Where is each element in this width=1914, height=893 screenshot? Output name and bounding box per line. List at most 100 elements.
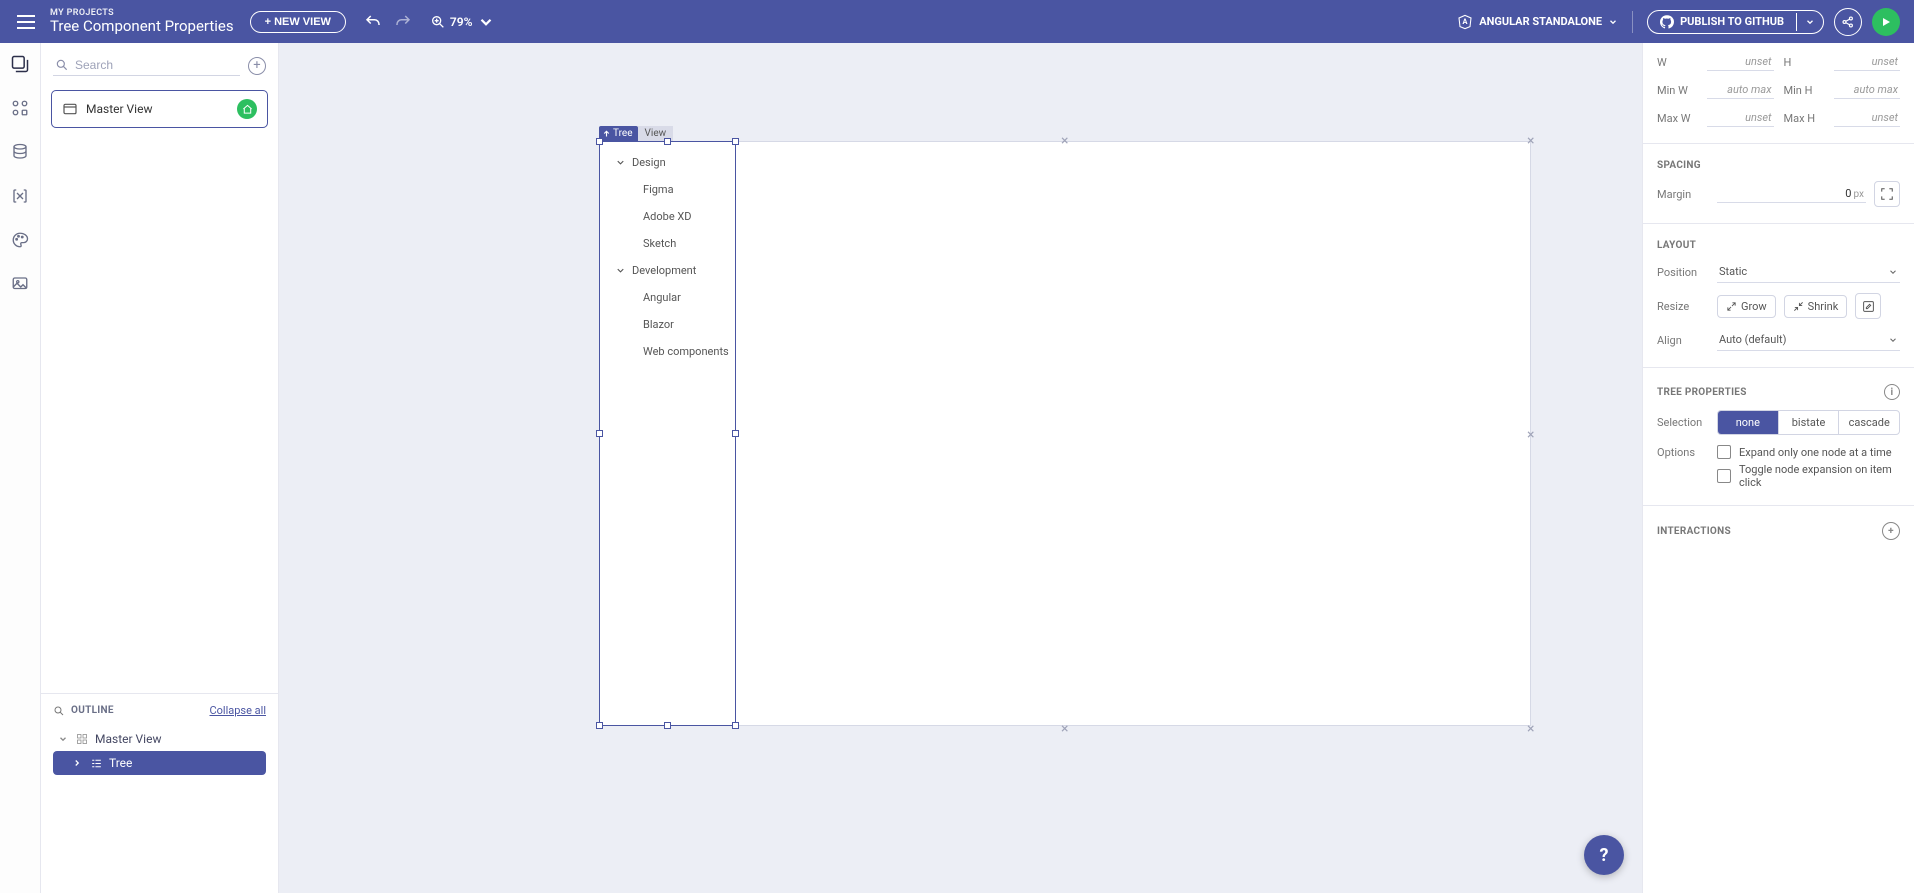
width-input[interactable]: unset (1707, 53, 1774, 71)
minh-input[interactable]: auto max (1834, 81, 1901, 99)
search-input[interactable] (75, 58, 238, 72)
align-select[interactable]: Auto (default) (1717, 329, 1900, 351)
outline-panel: OUTLINE Collapse all Master View Tree (41, 693, 278, 893)
midpoint-marker: × (1527, 133, 1534, 149)
tree-leaf[interactable]: Web components (607, 338, 733, 365)
properties-panel: W unset H unset Min W auto max Min H aut… (1642, 43, 1914, 893)
info-icon[interactable]: i (1884, 384, 1900, 400)
resize-row: Resize Grow Shrink (1657, 293, 1900, 319)
rail-components[interactable] (9, 97, 31, 119)
window-icon (62, 101, 78, 117)
outline-header: OUTLINE Collapse all (53, 704, 266, 717)
chevron-down-icon (1888, 267, 1898, 277)
outline-title: OUTLINE (71, 705, 114, 716)
arrow-up-icon (602, 129, 611, 138)
history-actions: 79% (364, 13, 495, 31)
chevron-down-icon (1608, 17, 1618, 27)
add-view-button[interactable]: + (248, 57, 266, 75)
expand-margin-button[interactable] (1874, 181, 1900, 207)
view-item[interactable]: Master View (51, 90, 268, 128)
position-select[interactable]: Static (1717, 261, 1900, 283)
shrink-button[interactable]: Shrink (1784, 295, 1848, 318)
add-interaction-button[interactable]: + (1882, 522, 1900, 540)
tree-leaf[interactable]: Blazor (607, 311, 733, 338)
tree-leaf[interactable]: Figma (607, 176, 733, 203)
search-box (53, 55, 240, 76)
outline-selected[interactable]: Tree (53, 751, 266, 775)
checkbox[interactable] (1717, 445, 1731, 459)
variable-icon (11, 187, 29, 205)
grow-button[interactable]: Grow (1717, 295, 1776, 318)
menu-button[interactable] (14, 10, 38, 34)
tree-node[interactable]: Development (607, 257, 733, 284)
seg-none[interactable]: none (1718, 411, 1778, 434)
search-icon (55, 58, 69, 72)
maxh-input[interactable]: unset (1834, 109, 1901, 127)
options-label-row: Options Expand only one node at a time (1657, 445, 1900, 459)
chevron-down-icon (615, 265, 626, 276)
page-title: Tree Component Properties (50, 18, 234, 35)
tree-leaf[interactable]: Adobe XD (607, 203, 733, 230)
home-icon (242, 104, 253, 115)
tree-props-title: TREE PROPERTIES i (1657, 384, 1900, 400)
option-row: Toggle node expansion on item click (1657, 463, 1900, 489)
publish-dropdown[interactable] (1796, 13, 1823, 31)
rail-data[interactable] (9, 141, 31, 163)
height-input[interactable]: unset (1834, 53, 1901, 71)
midpoint-marker: × (1527, 427, 1534, 443)
expand-icon (1880, 187, 1894, 201)
spacing-title: SPACING (1657, 160, 1900, 171)
view-name: Master View (86, 102, 229, 116)
maxw-input[interactable]: unset (1707, 109, 1774, 127)
rail-views[interactable] (9, 53, 31, 75)
tree-leaf[interactable]: Sketch (607, 230, 733, 257)
checkbox[interactable] (1717, 469, 1731, 483)
canvas[interactable]: Tree View Design Figma Adobe XD Sketch D… (279, 43, 1642, 893)
tree-leaf[interactable]: Angular (607, 284, 733, 311)
breadcrumb[interactable]: MY PROJECTS (50, 8, 234, 18)
margin-input[interactable]: 0 px (1717, 185, 1866, 203)
tree-node[interactable]: Design (607, 149, 733, 176)
view-tag[interactable]: View (638, 126, 674, 141)
position-row: Position Static (1657, 261, 1900, 283)
palette-icon (11, 231, 29, 249)
outline-root-label: Master View (95, 732, 161, 746)
preview-button[interactable] (1872, 8, 1900, 36)
zoom-control[interactable]: 79% (430, 13, 495, 31)
resize-more-button[interactable] (1855, 293, 1881, 319)
search-icon[interactable] (53, 705, 65, 717)
undo-icon[interactable] (364, 13, 382, 31)
outline-root[interactable]: Master View (53, 727, 266, 751)
outline-selected-label: Tree (109, 756, 132, 770)
titles: MY PROJECTS Tree Component Properties (50, 8, 234, 36)
collapse-all-link[interactable]: Collapse all (209, 704, 266, 717)
share-button[interactable] (1834, 8, 1862, 36)
share-icon (1841, 15, 1855, 29)
views-list: Master View (41, 84, 278, 134)
shield-icon: A (1457, 14, 1473, 30)
help-button[interactable]: ? (1584, 835, 1624, 875)
align-row: Align Auto (default) (1657, 329, 1900, 351)
layout-title: LAYOUT (1657, 240, 1900, 251)
tool-rail (0, 43, 41, 893)
rail-themes[interactable] (9, 229, 31, 251)
new-view-button[interactable]: + NEW VIEW (250, 11, 346, 33)
artboard[interactable] (599, 141, 1531, 726)
layers-icon (10, 54, 30, 74)
chevron-right-icon (71, 758, 83, 768)
selection-segmented: none bistate cascade (1717, 410, 1900, 435)
redo-icon[interactable] (394, 13, 412, 31)
seg-cascade[interactable]: cascade (1838, 411, 1899, 434)
framework-selector[interactable]: A ANGULAR STANDALONE (1457, 14, 1618, 30)
rail-assets[interactable] (9, 273, 31, 295)
minw-input[interactable]: auto max (1707, 81, 1774, 99)
midpoint-marker: × (1527, 721, 1534, 737)
hamburger-icon (14, 10, 38, 34)
rail-variables[interactable] (9, 185, 31, 207)
publish-button[interactable]: PUBLISH TO GITHUB (1648, 11, 1796, 33)
grid-icon (11, 99, 29, 117)
publish-group: PUBLISH TO GITHUB (1647, 10, 1824, 34)
selection-tag[interactable]: Tree (599, 126, 638, 141)
size-grid: W unset H unset Min W auto max Min H aut… (1657, 53, 1900, 127)
seg-bistate[interactable]: bistate (1778, 411, 1839, 434)
